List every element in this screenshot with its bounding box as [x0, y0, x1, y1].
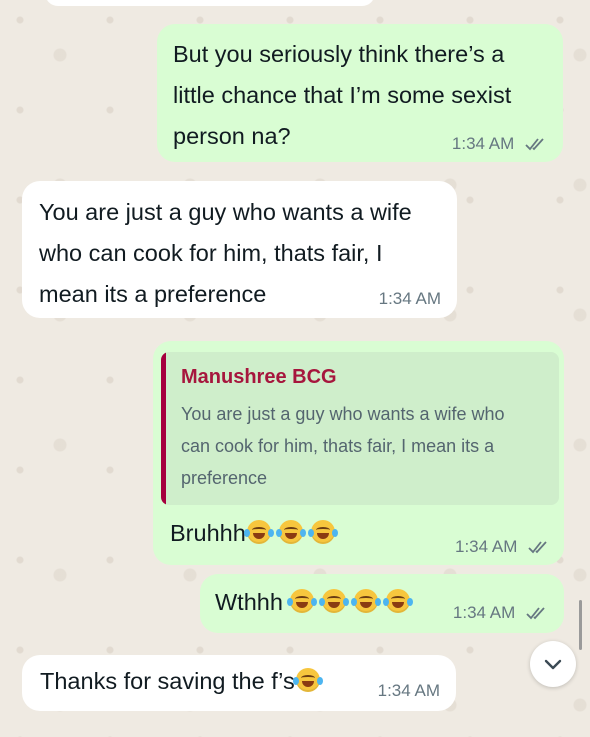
message-text: Wthhh — [215, 582, 414, 623]
tears-of-joy-emoji-icon — [351, 589, 382, 613]
message-text: Bruhhh — [170, 513, 338, 554]
message-line: But you seriously think there’s a — [173, 41, 505, 67]
chevron-down-icon — [544, 659, 562, 670]
message-meta: 1:34 AM — [379, 289, 441, 309]
tears-of-joy-emoji-icon — [243, 520, 274, 544]
quote-line: preference — [181, 468, 268, 488]
message-time: 1:34 AM — [378, 289, 441, 308]
tears-of-joy-emoji-icon — [292, 668, 323, 692]
message-time: 1:34 AM — [452, 603, 516, 622]
message-bubble-outgoing[interactable]: Wthhh 1:34 AM — [200, 574, 564, 633]
tears-of-joy-emoji-icon — [307, 520, 338, 544]
message-meta: 1:34 AM — [455, 537, 550, 557]
message-time: 1:34 AM — [377, 681, 440, 700]
quote-line: can cook for him, thats fair, I mean its… — [181, 436, 495, 456]
message-time: 1:34 AM — [451, 134, 515, 153]
tears-of-joy-emoji-icon — [383, 589, 414, 613]
message-meta: 1:34 AM — [452, 134, 547, 154]
partial-message-bubble[interactable] — [45, 0, 375, 6]
tears-of-joy-emoji-icon — [287, 589, 318, 613]
message-meta: 1:34 AM — [378, 681, 440, 701]
quote-text: You are just a guy who wants a wife who … — [181, 398, 551, 494]
quote-accent-bar — [161, 352, 166, 505]
scroll-to-bottom-button[interactable] — [530, 641, 576, 687]
read-ticks-icon — [526, 607, 545, 620]
message-text: Thanks for saving the f’s — [40, 661, 323, 702]
message-bubble-outgoing[interactable]: But you seriously think there’s a little… — [157, 24, 563, 162]
message-line: Thanks for saving the f’s — [40, 668, 295, 694]
message-meta: 1:34 AM — [453, 603, 548, 623]
message-time: 1:34 AM — [455, 537, 518, 556]
message-line: who can cook for him, thats fair, I — [39, 240, 383, 266]
message-line: little chance that I’m some sexist — [173, 82, 512, 108]
tears-of-joy-emoji-icon — [319, 589, 350, 613]
quoted-message[interactable]: Manushree BCG You are just a guy who wan… — [161, 352, 559, 505]
message-bubble-incoming[interactable]: You are just a guy who wants a wife who … — [22, 181, 457, 318]
scrollbar[interactable] — [579, 600, 582, 650]
tears-of-joy-emoji-icon — [275, 520, 306, 544]
message-line: Wthhh — [215, 589, 283, 615]
read-ticks-icon — [528, 541, 547, 554]
message-line: You are just a guy who wants a wife — [39, 199, 412, 225]
quote-line: You are just a guy who wants a wife who — [181, 404, 505, 424]
quote-author: Manushree BCG — [181, 366, 337, 388]
read-ticks-icon — [525, 138, 544, 151]
message-line: Bruhhh — [170, 520, 246, 546]
message-bubble-incoming[interactable]: Thanks for saving the f’s 1:34 AM — [22, 655, 456, 711]
